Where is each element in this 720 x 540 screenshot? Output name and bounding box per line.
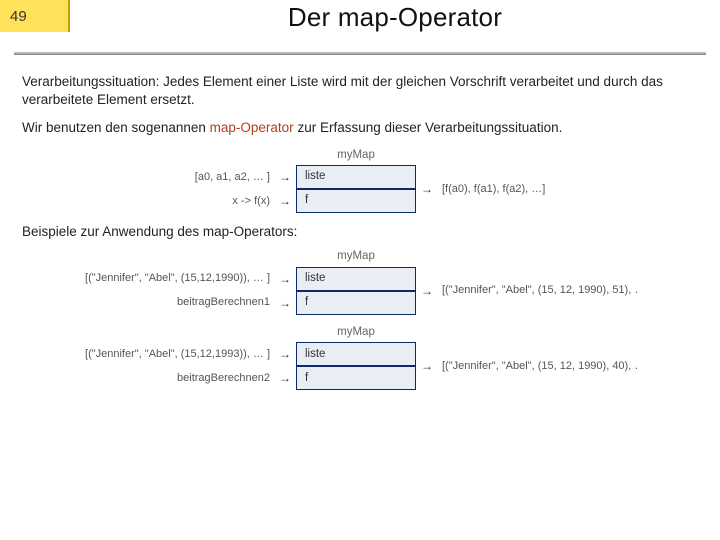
term-map-operator: map-Operator <box>210 120 294 135</box>
input-fn: beitragBerechnen2 <box>84 371 274 386</box>
intro-text-b: zur Erfassung dieser Verarbeitungssituat… <box>294 120 563 135</box>
output-list: [("Jennifer", "Abel", (15, 12, 1990), 51… <box>438 283 638 298</box>
topbar: 49 Der map-Operator <box>0 0 720 48</box>
box-f: f <box>296 189 416 213</box>
arrow-icon: → <box>274 273 296 285</box>
slide-title: Der map-Operator <box>70 0 720 33</box>
slide-body: Verarbeitungssituation: Jedes Element ei… <box>0 55 720 390</box>
input-fn: beitragBerechnen1 <box>84 295 274 310</box>
output-list: [("Jennifer", "Abel", (15, 12, 1990), 40… <box>438 359 638 374</box>
arrow-icon: → <box>416 285 438 297</box>
input-fn: x -> f(x) <box>84 194 274 209</box>
paragraph-intro: Wir benutzen den sogenannen map-Operator… <box>22 119 700 137</box>
intro-text-a: Wir benutzen den sogenannen <box>22 120 210 135</box>
examples-heading: Beispiele zur Anwendung des map-Operator… <box>22 223 700 241</box>
input-list: [("Jennifer", "Abel", (15,12,1993)), … ] <box>84 347 274 362</box>
box-liste: liste <box>296 342 416 366</box>
slide-number-box: 49 <box>0 0 70 32</box>
arrow-icon: → <box>274 348 296 360</box>
arrow-icon: → <box>274 195 296 207</box>
diagram-title: myMap <box>296 249 416 267</box>
arrow-icon: → <box>416 183 438 195</box>
slide: 49 Der map-Operator Verarbeitungssituati… <box>0 0 720 540</box>
output-list: [f(a0), f(a1), f(a2), …] <box>438 182 638 197</box>
input-list: [("Jennifer", "Abel", (15,12,1990)), … ] <box>84 271 274 286</box>
arrow-icon: → <box>274 171 296 183</box>
diagram-title: myMap <box>296 325 416 343</box>
input-list: [a0, a1, a2, … ] <box>84 170 274 185</box>
diagram-example-2: myMap [("Jennifer", "Abel", (15,12,1993)… <box>22 325 700 391</box>
diagram-example-1: myMap [("Jennifer", "Abel", (15,12,1990)… <box>22 249 700 315</box>
diagram-abstract: myMap [a0, a1, a2, … ] → liste f → [f(a0… <box>22 148 700 214</box>
box-liste: liste <box>296 165 416 189</box>
slide-number: 49 <box>10 8 27 25</box>
box-f: f <box>296 291 416 315</box>
box-liste: liste <box>296 267 416 291</box>
paragraph-situation: Verarbeitungssituation: Jedes Element ei… <box>22 73 700 109</box>
arrow-icon: → <box>274 297 296 309</box>
diagram-title: myMap <box>296 148 416 166</box>
arrow-icon: → <box>274 372 296 384</box>
arrow-icon: → <box>416 360 438 372</box>
box-f: f <box>296 366 416 390</box>
